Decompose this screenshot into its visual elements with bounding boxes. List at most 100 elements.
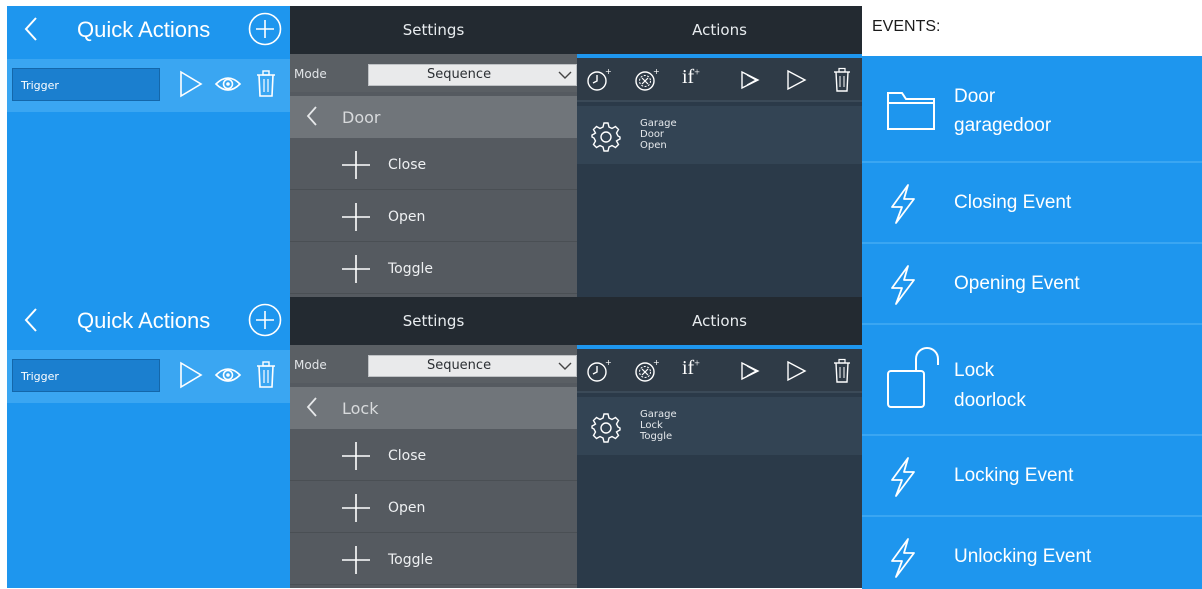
trigger-row: Trigger (7, 350, 290, 403)
category-row[interactable]: Lock (290, 387, 577, 429)
play-icon[interactable] (783, 67, 809, 93)
back-icon[interactable] (19, 305, 43, 335)
play-icon[interactable] (783, 358, 809, 384)
add-condition-button[interactable]: if+ (682, 357, 700, 380)
event-title: Locking Event (954, 465, 1074, 486)
trash-icon[interactable] (829, 67, 855, 93)
actions-title: Actions (692, 21, 747, 39)
actions-toolbar: + + if+ (577, 58, 862, 102)
settings-column: Settings Mode Sequence Lock Close Open T… (290, 297, 577, 588)
actions-column: Actions + + if+ Garage (577, 6, 862, 297)
settings-title: Settings (402, 312, 465, 330)
event-title: Door (954, 86, 996, 107)
mode-row: Mode Sequence (290, 345, 577, 383)
command-row-toggle[interactable]: Toggle (290, 244, 577, 294)
command-label: Toggle (388, 261, 434, 277)
run-all-icon[interactable] (737, 358, 763, 384)
event-item-lock[interactable]: Lock doorlock (862, 325, 1202, 436)
action-device: Lock (640, 420, 663, 431)
events-list: Door garagedoor Closing Event Opening Ev… (862, 56, 1202, 589)
lightning-icon (891, 457, 915, 497)
actions-header: Actions (577, 6, 862, 54)
event-title: Opening Event (954, 273, 1080, 294)
mode-select[interactable]: Sequence (368, 355, 577, 377)
trash-icon[interactable] (829, 358, 855, 384)
padlock-open-icon (887, 347, 939, 408)
add-timer-icon[interactable]: + (633, 67, 659, 93)
lightning-icon (891, 538, 915, 578)
gear-icon (591, 122, 621, 152)
add-timer-icon[interactable]: + (633, 358, 659, 384)
action-device: Door (640, 129, 665, 140)
settings-header: Settings (290, 6, 577, 54)
command-row-open[interactable]: Open (290, 483, 577, 533)
event-item-closing[interactable]: Closing Event (862, 163, 1202, 244)
run-all-icon[interactable] (737, 67, 763, 93)
settings-title: Settings (402, 21, 465, 39)
eye-icon[interactable] (213, 69, 243, 99)
command-row-close[interactable]: Close (290, 140, 577, 190)
command-label: Close (388, 157, 427, 173)
add-icon[interactable] (248, 12, 282, 46)
back-icon[interactable] (302, 103, 322, 129)
mode-select-value: Sequence (426, 358, 492, 373)
command-label: Open (388, 500, 426, 516)
svg-text:+: + (653, 67, 659, 76)
events-heading: EVENTS: (872, 18, 941, 35)
trigger-field[interactable]: Trigger (12, 359, 160, 392)
trash-icon[interactable] (251, 360, 281, 390)
trash-icon[interactable] (251, 69, 281, 99)
mode-select[interactable]: Sequence (368, 64, 577, 86)
app-canvas: Quick Actions Trigger Settings Mode Sequ… (0, 0, 1202, 589)
svg-text:+: + (605, 358, 611, 367)
plus-icon (342, 203, 370, 231)
event-title: Closing Event (954, 192, 1072, 213)
action-command: Open (640, 140, 667, 151)
quick-actions-title: Quick Actions (77, 308, 211, 333)
event-item-locking[interactable]: Locking Event (862, 436, 1202, 517)
settings-column: Settings Mode Sequence Door Close Open T… (290, 6, 577, 297)
add-icon[interactable] (248, 303, 282, 337)
editor-panel-lock: Quick Actions Trigger Settings Mode Sequ… (7, 297, 862, 588)
command-label: Toggle (388, 552, 434, 568)
play-icon[interactable] (175, 69, 205, 99)
quick-actions-column: Quick Actions Trigger (7, 6, 290, 297)
command-row-open[interactable]: Open (290, 192, 577, 242)
eye-icon[interactable] (213, 360, 243, 390)
event-item-unlocking[interactable]: Unlocking Event (862, 517, 1202, 589)
if-label: if (682, 66, 695, 88)
actions-toolbar: + + if+ (577, 349, 862, 393)
quick-actions-header: Quick Actions (7, 297, 290, 345)
event-item-opening[interactable]: Opening Event (862, 244, 1202, 325)
event-item-door[interactable]: Door garagedoor (862, 56, 1202, 163)
command-row-close[interactable]: Close (290, 431, 577, 481)
back-icon[interactable] (19, 14, 43, 44)
add-delay-icon[interactable]: + (585, 67, 611, 93)
action-item-text: Garage Door Open (640, 118, 677, 151)
plus-icon (342, 494, 370, 522)
chevron-down-icon (558, 71, 572, 79)
actions-column: Actions + + if+ Garage (577, 297, 862, 588)
command-label: Open (388, 209, 426, 225)
trigger-row: Trigger (7, 59, 290, 112)
actions-title: Actions (692, 312, 747, 330)
command-row-toggle[interactable]: Toggle (290, 535, 577, 585)
add-condition-button[interactable]: if+ (682, 66, 700, 89)
action-item[interactable]: Garage Door Open (577, 106, 862, 164)
if-label: if (682, 357, 695, 379)
category-label: Lock (342, 399, 379, 418)
play-icon[interactable] (175, 360, 205, 390)
back-icon[interactable] (302, 394, 322, 420)
category-row[interactable]: Door (290, 96, 577, 138)
svg-text:+: + (653, 358, 659, 367)
action-item[interactable]: Garage Lock Toggle (577, 397, 862, 455)
trigger-field[interactable]: Trigger (12, 68, 160, 101)
editor-panel-door: Quick Actions Trigger Settings Mode Sequ… (7, 6, 862, 297)
lightning-icon (891, 184, 915, 224)
command-label: Close (388, 448, 427, 464)
action-device-group: Garage (640, 409, 677, 420)
add-delay-icon[interactable]: + (585, 358, 611, 384)
event-subtitle: garagedoor (954, 115, 1052, 136)
event-title: Unlocking Event (954, 546, 1092, 567)
action-command: Toggle (640, 431, 673, 442)
